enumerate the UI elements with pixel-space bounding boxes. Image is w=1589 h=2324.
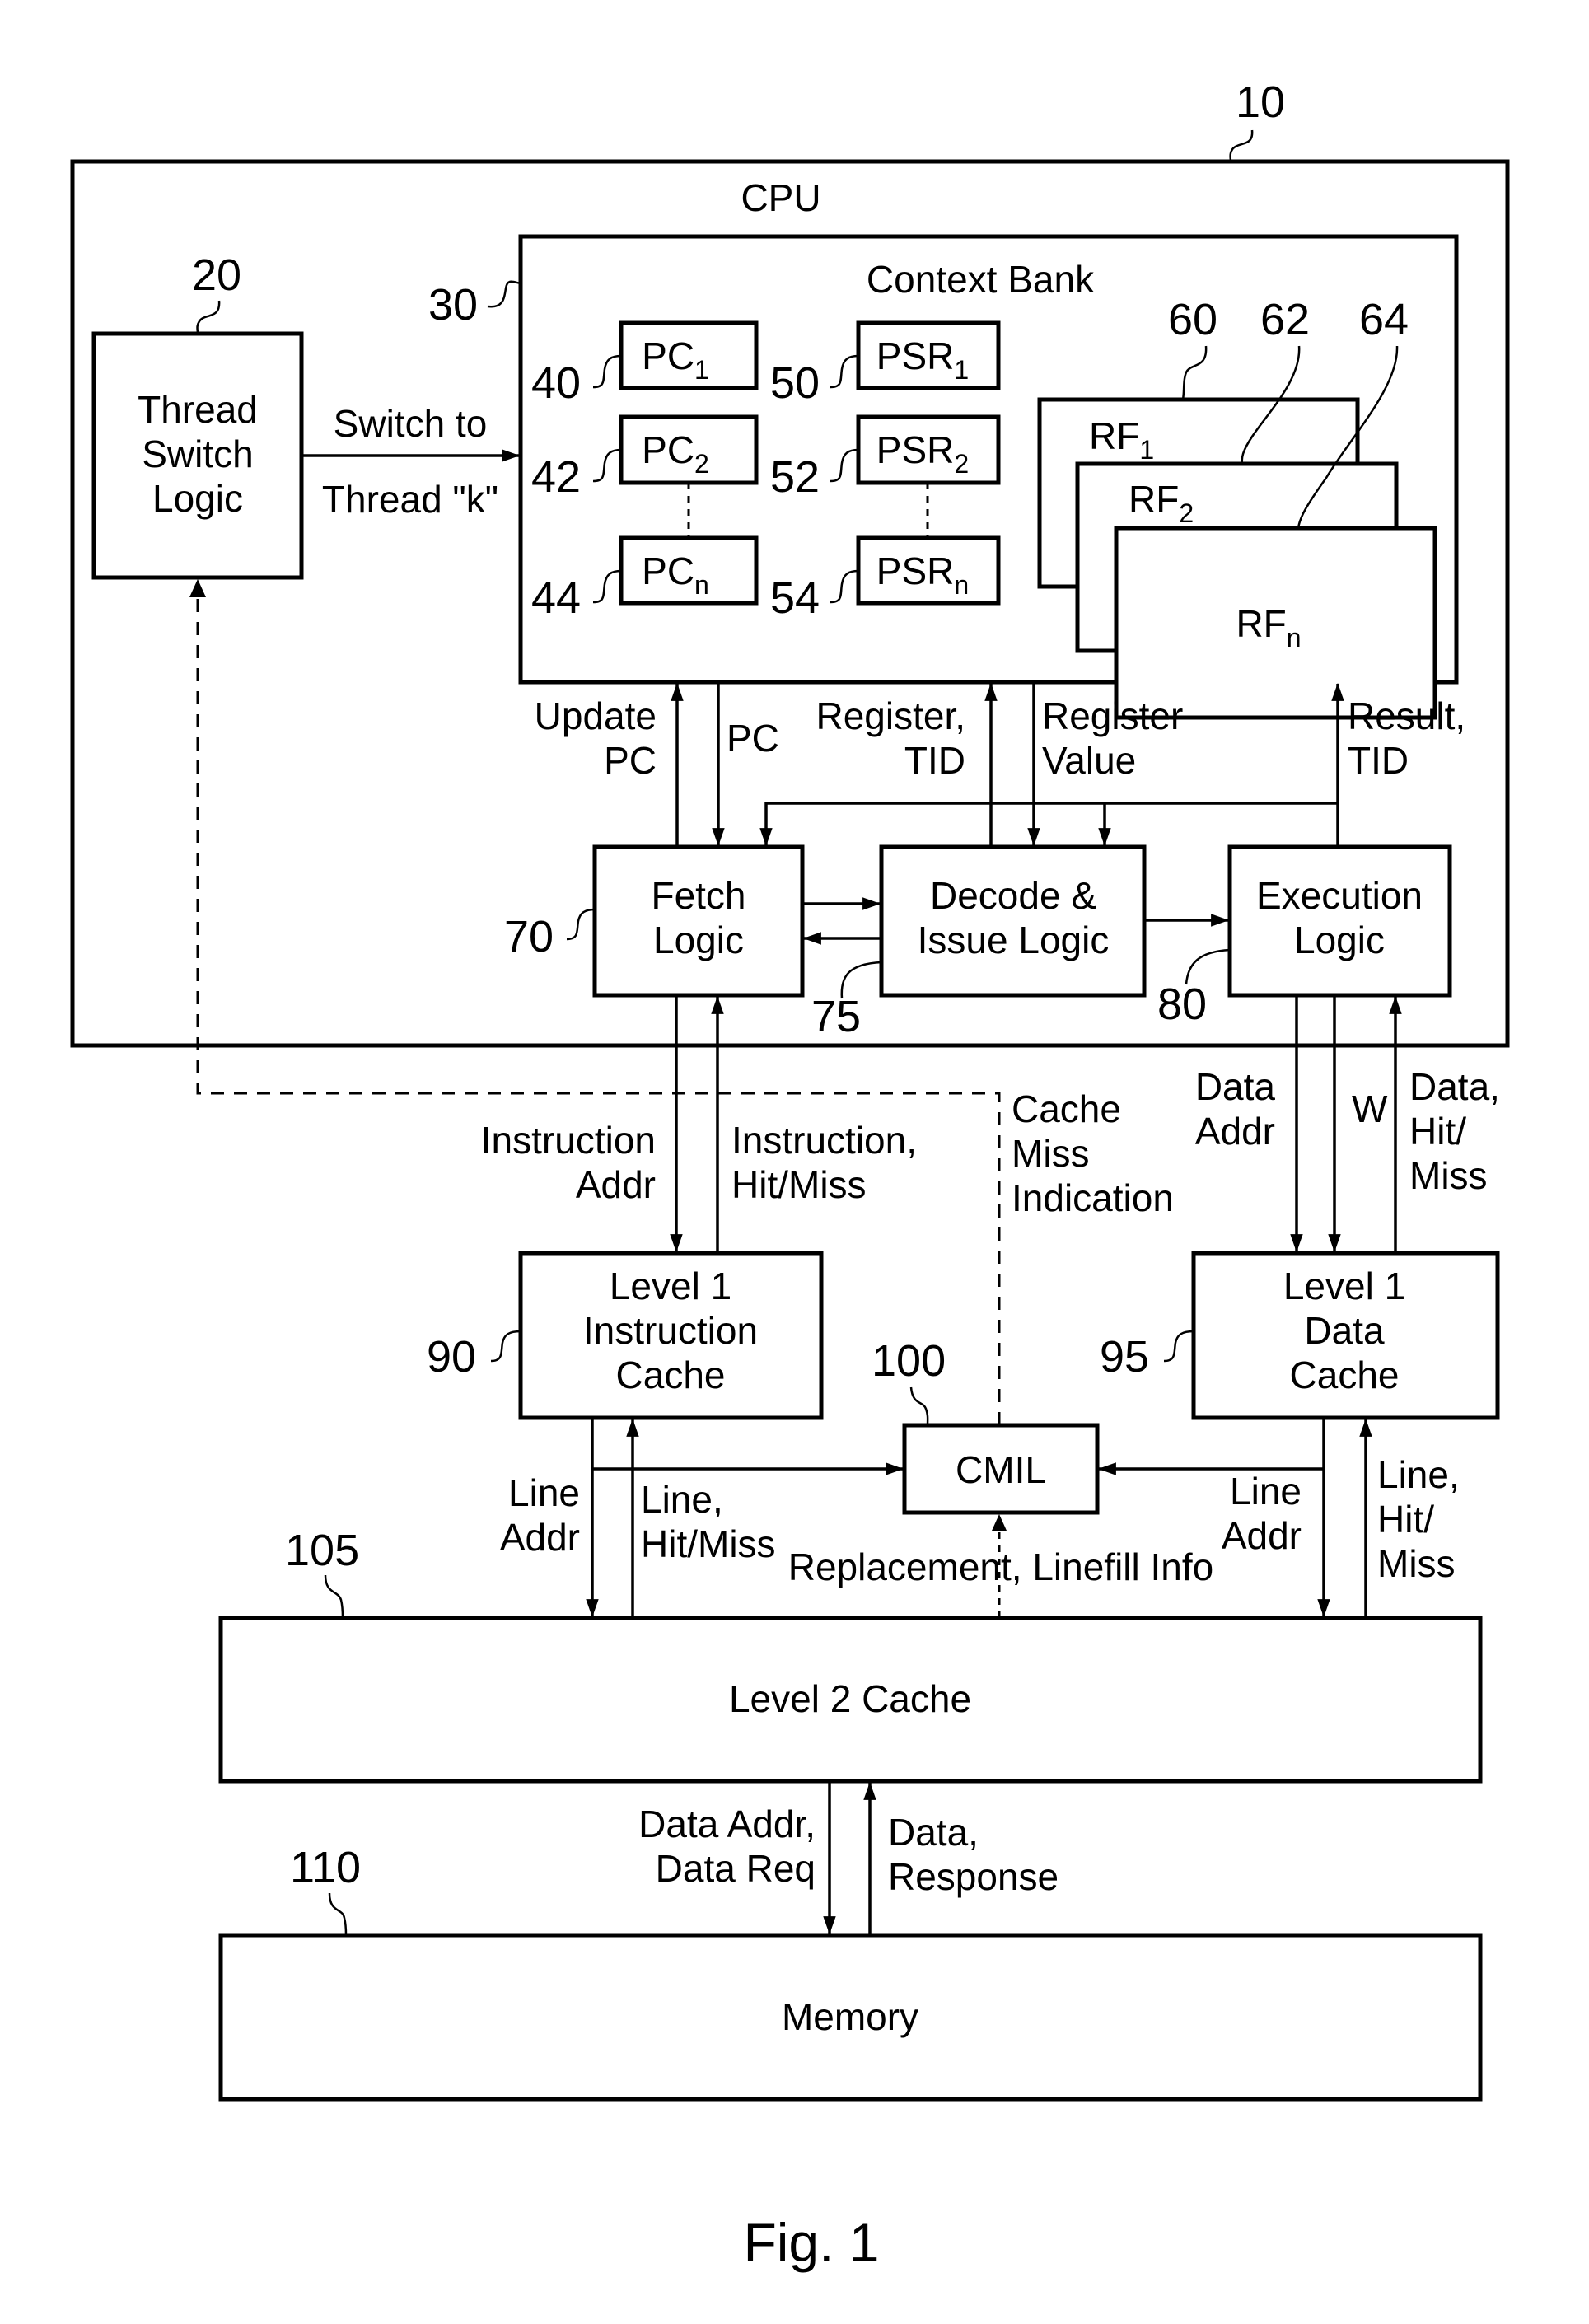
pc-register-2[interactable]: PC2	[619, 414, 759, 485]
ref-75: 75	[811, 992, 861, 1041]
cache-miss-label-2: Miss	[1012, 1132, 1090, 1175]
i-line-addr-label-2: Addr	[500, 1516, 580, 1559]
i-line-addr-label-1: Line	[508, 1471, 580, 1514]
block-diagram: 10 CPU 20 Thread Switch Logic Switch to …	[70, 77, 1510, 2273]
decode-line-1: Decode &	[930, 874, 1096, 917]
data-hit-miss-label-2: Hit/	[1409, 1110, 1466, 1153]
psr-register-1[interactable]: PSR1	[856, 320, 1001, 390]
ref-40: 40	[531, 358, 581, 408]
thread-switch-line-1: Thread	[138, 388, 258, 431]
ref-52: 52	[770, 452, 820, 502]
switch-to-label: Switch to	[334, 402, 488, 445]
fetch-line-1: Fetch	[651, 874, 745, 917]
register-file-n[interactable]: RFn	[1114, 526, 1437, 720]
result-tid-label-1: Result,	[1348, 694, 1465, 737]
pc-register-n[interactable]: PCn	[619, 535, 759, 606]
ref-20: 20	[192, 250, 241, 300]
leader-105	[324, 1574, 344, 1619]
data-hit-miss-label-3: Miss	[1409, 1154, 1488, 1197]
replacement-info-label: Replacement, Linefill Info	[788, 1545, 1214, 1588]
execution-line-2: Logic	[1294, 919, 1385, 961]
ref-60: 60	[1168, 295, 1217, 344]
cache-miss-label-1: Cache	[1012, 1087, 1121, 1130]
instruction-hit-miss-label-2: Hit/Miss	[731, 1163, 867, 1206]
memory-request-label-2: Data Req	[656, 1847, 816, 1890]
leader-110	[328, 1892, 348, 1936]
register-value-label-1: Register	[1042, 694, 1183, 737]
register-tid-label-2: TID	[904, 739, 965, 782]
leader-90	[490, 1330, 521, 1363]
ref-70: 70	[504, 912, 554, 961]
cmil-label: CMIL	[956, 1448, 1046, 1491]
thread-k-label: Thread "k"	[322, 478, 498, 521]
instruction-addr-label-2: Addr	[576, 1163, 656, 1206]
l1i-line-2: Instruction	[583, 1309, 758, 1352]
l1d-line-1: Level 1	[1283, 1265, 1405, 1307]
memory-request-label-1: Data Addr,	[638, 1803, 816, 1845]
update-pc-label-1: Update	[535, 694, 657, 737]
ref-64: 64	[1359, 295, 1409, 344]
d-line-hit-miss-label-1: Line,	[1377, 1453, 1460, 1496]
instruction-addr-label-1: Instruction	[481, 1119, 656, 1162]
i-line-hit-miss-label-2: Hit/Miss	[641, 1522, 776, 1565]
psr-register-n[interactable]: PSRn	[856, 535, 1001, 606]
result-tid-label-2: TID	[1348, 739, 1409, 782]
leader-100	[909, 1386, 929, 1426]
leader-10	[1229, 129, 1254, 162]
l1i-line-3: Cache	[616, 1354, 726, 1396]
ref-42: 42	[531, 452, 581, 502]
d-line-hit-miss-label-2: Hit/	[1377, 1498, 1434, 1541]
pc-register-1[interactable]: PC1	[619, 320, 759, 390]
w-label: W	[1352, 1087, 1388, 1130]
l1d-line-3: Cache	[1290, 1354, 1400, 1396]
data-hit-miss-label-1: Data,	[1409, 1065, 1500, 1108]
fetch-line-2: Logic	[653, 919, 744, 961]
thread-switch-line-3: Logic	[152, 477, 243, 520]
d-line-addr-label-2: Addr	[1222, 1514, 1302, 1557]
ref-100: 100	[872, 1336, 946, 1386]
replacement-info-arrowhead	[992, 1514, 1007, 1531]
pc-label: PC	[727, 717, 779, 760]
ref-95: 95	[1100, 1332, 1149, 1382]
memory-response-label-1: Data,	[888, 1811, 979, 1854]
ref-62: 62	[1260, 295, 1310, 344]
data-addr-label-1: Data	[1195, 1065, 1276, 1108]
execution-line-1: Execution	[1256, 874, 1423, 917]
l1i-line-1: Level 1	[610, 1265, 731, 1307]
data-addr-label-2: Addr	[1195, 1110, 1275, 1153]
update-pc-label-2: PC	[604, 739, 657, 782]
ref-80: 80	[1157, 980, 1207, 1029]
ref-54: 54	[770, 573, 820, 623]
instruction-hit-miss-label-1: Instruction,	[731, 1119, 917, 1162]
l1d-line-2: Data	[1304, 1309, 1385, 1352]
cache-miss-label-3: Indication	[1012, 1176, 1174, 1219]
level-2-cache-label: Level 2 Cache	[729, 1677, 971, 1720]
register-tid-label-1: Register,	[816, 694, 965, 737]
ref-30: 30	[428, 280, 478, 330]
leader-95	[1163, 1330, 1194, 1363]
figure-caption: Fig. 1	[743, 2212, 879, 2273]
memory-label: Memory	[782, 1995, 918, 2038]
i-line-hit-miss-label-1: Line,	[641, 1478, 723, 1521]
d-line-hit-miss-label-3: Miss	[1377, 1542, 1456, 1585]
register-value-label-2: Value	[1042, 739, 1136, 782]
ref-44: 44	[531, 573, 581, 623]
d-line-addr-label-1: Line	[1230, 1470, 1302, 1513]
thread-switch-line-2: Switch	[142, 433, 253, 475]
ref-10: 10	[1236, 77, 1285, 127]
ref-105: 105	[285, 1526, 359, 1575]
psr-register-2[interactable]: PSR2	[856, 414, 1001, 485]
ref-50: 50	[770, 358, 820, 408]
memory-response-label-2: Response	[888, 1855, 1059, 1898]
cpu-title: CPU	[741, 176, 820, 219]
decode-line-2: Issue Logic	[918, 919, 1110, 961]
ref-110: 110	[290, 1843, 361, 1892]
context-bank-title: Context Bank	[867, 258, 1095, 301]
ref-90: 90	[427, 1332, 476, 1382]
